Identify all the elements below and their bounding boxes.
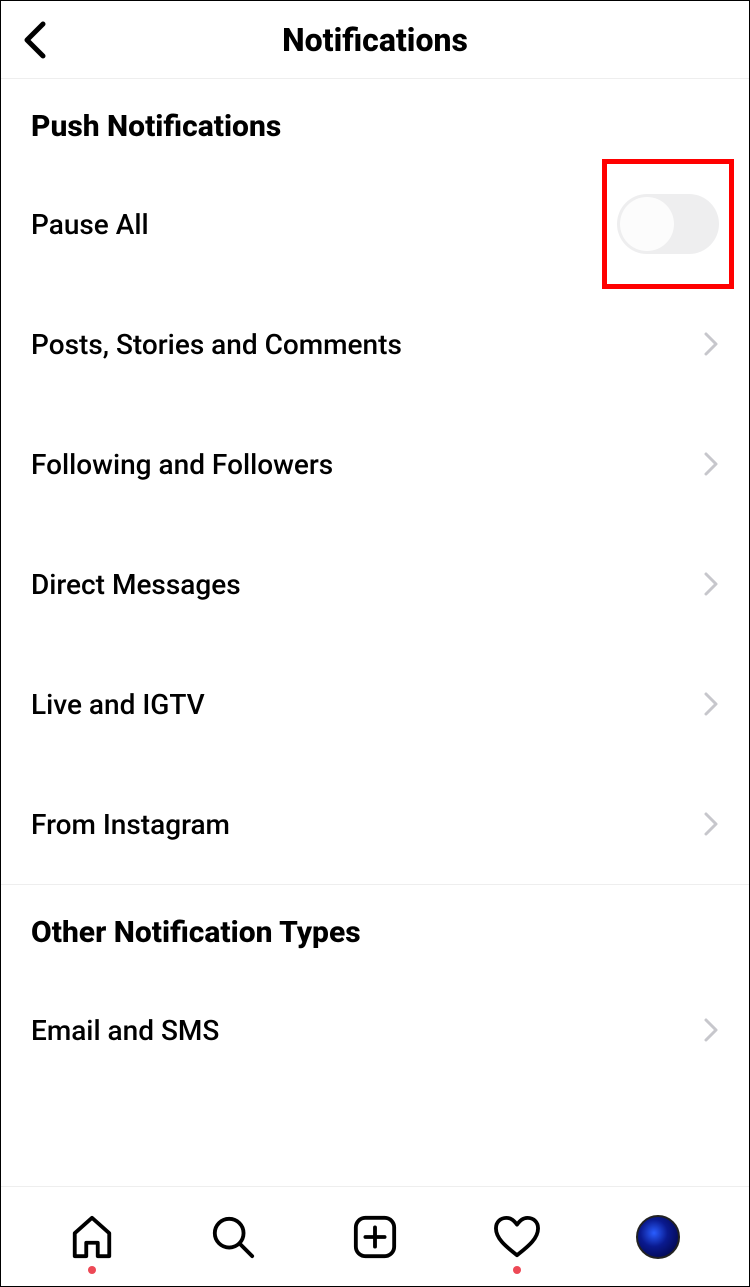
back-button[interactable] (21, 20, 47, 60)
header: Notifications (1, 1, 749, 79)
chevron-right-icon (703, 331, 719, 357)
row-email-sms[interactable]: Email and SMS (1, 970, 749, 1090)
row-pause-all: Pause All (1, 164, 749, 284)
section-header-push: Push Notifications (1, 79, 749, 164)
nav-activity[interactable] (492, 1212, 542, 1262)
search-icon (210, 1214, 256, 1260)
row-label: Following and Followers (31, 448, 333, 481)
chevron-right-icon (703, 1017, 719, 1043)
row-label: Live and IGTV (31, 688, 205, 721)
row-from-instagram[interactable]: From Instagram (1, 764, 749, 884)
toggle-knob (620, 197, 674, 251)
row-label: Posts, Stories and Comments (31, 328, 402, 361)
nav-profile[interactable] (633, 1212, 683, 1262)
row-label: Direct Messages (31, 568, 241, 601)
nav-home[interactable] (67, 1212, 117, 1262)
home-icon (69, 1214, 115, 1260)
bottom-nav (1, 1186, 749, 1286)
row-direct-messages[interactable]: Direct Messages (1, 524, 749, 644)
notification-dot (88, 1266, 96, 1274)
row-following-followers[interactable]: Following and Followers (1, 404, 749, 524)
pause-all-label: Pause All (31, 208, 149, 241)
section-header-other: Other Notification Types (1, 885, 749, 970)
row-posts-stories-comments[interactable]: Posts, Stories and Comments (1, 284, 749, 404)
chevron-left-icon (21, 20, 47, 60)
notification-dot (513, 1266, 521, 1274)
chevron-right-icon (703, 451, 719, 477)
heart-icon (493, 1215, 541, 1259)
chevron-right-icon (703, 571, 719, 597)
chevron-right-icon (703, 811, 719, 837)
row-live-igtv[interactable]: Live and IGTV (1, 644, 749, 764)
chevron-right-icon (703, 691, 719, 717)
plus-square-icon (352, 1214, 398, 1260)
avatar (636, 1215, 680, 1259)
row-label: From Instagram (31, 808, 230, 841)
page-title: Notifications (1, 21, 749, 59)
content: Push Notifications Pause All Posts, Stor… (1, 79, 749, 1186)
nav-search[interactable] (208, 1212, 258, 1262)
row-label: Email and SMS (31, 1014, 219, 1047)
pause-all-toggle[interactable] (617, 194, 719, 254)
nav-create[interactable] (350, 1212, 400, 1262)
